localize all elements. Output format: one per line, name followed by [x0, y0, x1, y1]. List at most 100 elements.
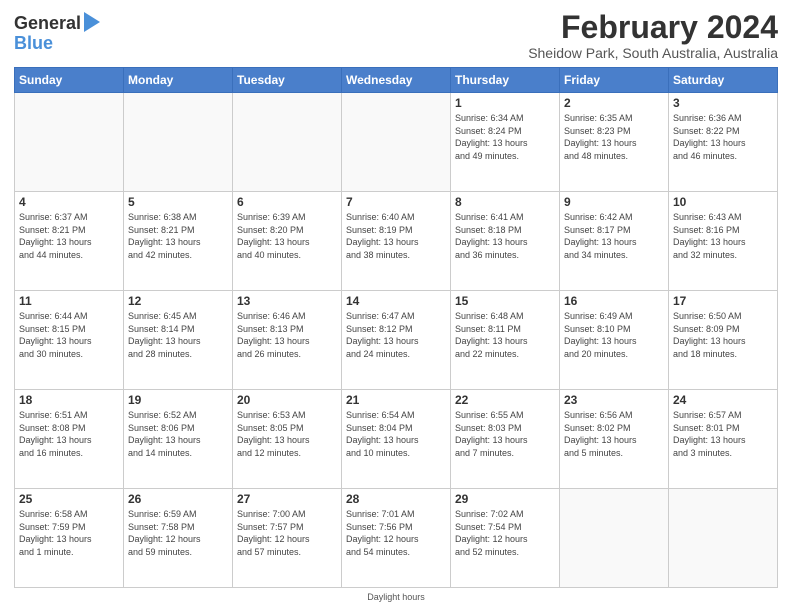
day-info: Sunrise: 6:46 AM Sunset: 8:13 PM Dayligh… — [237, 310, 337, 360]
calendar-cell: 18 Sunrise: 6:51 AM Sunset: 8:08 PM Dayli… — [15, 390, 124, 489]
day-info: Sunrise: 6:56 AM Sunset: 8:02 PM Dayligh… — [564, 409, 664, 459]
calendar-cell: 27Sunrise: 7:00 AM Sunset: 7:57 PM Dayli… — [233, 489, 342, 588]
page: General Blue February 2024 Sheidow Park,… — [0, 0, 792, 612]
day-number: 26 — [128, 492, 228, 506]
title-section: February 2024 Sheidow Park, South Austra… — [528, 10, 778, 61]
day-number: 17 — [673, 294, 773, 308]
calendar-table: SundayMondayTuesdayWednesdayThursdayFrid… — [14, 67, 778, 588]
header: General Blue February 2024 Sheidow Park,… — [14, 10, 778, 61]
calendar-cell: 8Sunrise: 6:41 AM Sunset: 8:18 PM Daylig… — [451, 192, 560, 291]
day-info: Sunrise: 7:00 AM Sunset: 7:57 PM Dayligh… — [237, 508, 337, 558]
calendar-day-header: Monday — [124, 68, 233, 93]
subtitle: Sheidow Park, South Australia, Australia — [528, 45, 778, 61]
day-info: Sunrise: 6:54 AM Sunset: 8:04 PM Dayligh… — [346, 409, 446, 459]
calendar-cell: 14 Sunrise: 6:47 AM Sunset: 8:12 PM Dayli… — [342, 291, 451, 390]
calendar-day-header: Wednesday — [342, 68, 451, 93]
calendar-day-header: Friday — [560, 68, 669, 93]
day-number: 23 — [564, 393, 664, 407]
day-info: Sunrise: 6:44 AM Sunset: 8:15 PM Dayligh… — [19, 310, 119, 360]
day-number: 1 — [455, 96, 555, 110]
day-number: 20 — [237, 393, 337, 407]
calendar-cell: 25 Sunrise: 6:58 AM Sunset: 7:59 PM Dayli… — [15, 489, 124, 588]
calendar-cell: 19Sunrise: 6:52 AM Sunset: 8:06 PM Dayli… — [124, 390, 233, 489]
day-number: 18 — [19, 393, 119, 407]
day-info: Sunrise: 6:49 AM Sunset: 8:10 PM Dayligh… — [564, 310, 664, 360]
day-info: Sunrise: 6:47 AM Sunset: 8:12 PM Dayligh… — [346, 310, 446, 360]
calendar-cell: 4 Sunrise: 6:37 AM Sunset: 8:21 PM Daylig… — [15, 192, 124, 291]
calendar-cell — [560, 489, 669, 588]
calendar-cell — [342, 93, 451, 192]
calendar-cell — [669, 489, 778, 588]
day-info: Sunrise: 6:36 AM Sunset: 8:22 PM Dayligh… — [673, 112, 773, 162]
calendar-week-row: 4 Sunrise: 6:37 AM Sunset: 8:21 PM Daylig… — [15, 192, 778, 291]
calendar-cell: 20Sunrise: 6:53 AM Sunset: 8:05 PM Dayli… — [233, 390, 342, 489]
calendar-day-header: Saturday — [669, 68, 778, 93]
day-info: Sunrise: 7:02 AM Sunset: 7:54 PM Dayligh… — [455, 508, 555, 558]
calendar-cell: 6 Sunrise: 6:39 AM Sunset: 8:20 PM Daylig… — [233, 192, 342, 291]
month-title: February 2024 — [528, 10, 778, 45]
day-number: 9 — [564, 195, 664, 209]
day-number: 15 — [455, 294, 555, 308]
calendar-week-row: 1 Sunrise: 6:34 AM Sunset: 8:24 PM Daylig… — [15, 93, 778, 192]
day-info: Sunrise: 6:38 AM Sunset: 8:21 PM Dayligh… — [128, 211, 228, 261]
calendar-cell: 28Sunrise: 7:01 AM Sunset: 7:56 PM Dayli… — [342, 489, 451, 588]
day-number: 22 — [455, 393, 555, 407]
day-number: 5 — [128, 195, 228, 209]
day-info: Sunrise: 6:59 AM Sunset: 7:58 PM Dayligh… — [128, 508, 228, 558]
day-number: 7 — [346, 195, 446, 209]
calendar-cell: 11 Sunrise: 6:44 AM Sunset: 8:15 PM Dayli… — [15, 291, 124, 390]
calendar-cell: 26 Sunrise: 6:59 AM Sunset: 7:58 PM Dayli… — [124, 489, 233, 588]
calendar-cell: 13 Sunrise: 6:46 AM Sunset: 8:13 PM Dayli… — [233, 291, 342, 390]
calendar-week-row: 25 Sunrise: 6:58 AM Sunset: 7:59 PM Dayli… — [15, 489, 778, 588]
logo-blue: Blue — [14, 34, 53, 54]
calendar-cell: 12Sunrise: 6:45 AM Sunset: 8:14 PM Dayli… — [124, 291, 233, 390]
calendar-cell: 2 Sunrise: 6:35 AM Sunset: 8:23 PM Daylig… — [560, 93, 669, 192]
calendar-cell — [233, 93, 342, 192]
day-number: 6 — [237, 195, 337, 209]
calendar-cell: 9 Sunrise: 6:42 AM Sunset: 8:17 PM Daylig… — [560, 192, 669, 291]
day-number: 13 — [237, 294, 337, 308]
day-number: 19 — [128, 393, 228, 407]
calendar-cell: 17Sunrise: 6:50 AM Sunset: 8:09 PM Dayli… — [669, 291, 778, 390]
day-number: 8 — [455, 195, 555, 209]
day-info: Sunrise: 6:48 AM Sunset: 8:11 PM Dayligh… — [455, 310, 555, 360]
calendar-cell — [124, 93, 233, 192]
day-info: Sunrise: 6:37 AM Sunset: 8:21 PM Dayligh… — [19, 211, 119, 261]
logo: General Blue — [14, 10, 100, 54]
calendar-cell: 1 Sunrise: 6:34 AM Sunset: 8:24 PM Daylig… — [451, 93, 560, 192]
day-info: Sunrise: 6:58 AM Sunset: 7:59 PM Dayligh… — [19, 508, 119, 558]
day-number: 4 — [19, 195, 119, 209]
calendar-cell: 21Sunrise: 6:54 AM Sunset: 8:04 PM Dayli… — [342, 390, 451, 489]
day-number: 29 — [455, 492, 555, 506]
calendar-cell: 23 Sunrise: 6:56 AM Sunset: 8:02 PM Dayli… — [560, 390, 669, 489]
day-number: 28 — [346, 492, 446, 506]
calendar-cell: 10 Sunrise: 6:43 AM Sunset: 8:16 PM Dayli… — [669, 192, 778, 291]
day-info: Sunrise: 6:45 AM Sunset: 8:14 PM Dayligh… — [128, 310, 228, 360]
day-info: Sunrise: 6:40 AM Sunset: 8:19 PM Dayligh… — [346, 211, 446, 261]
day-number: 10 — [673, 195, 773, 209]
calendar-cell: 5 Sunrise: 6:38 AM Sunset: 8:21 PM Daylig… — [124, 192, 233, 291]
day-info: Sunrise: 6:34 AM Sunset: 8:24 PM Dayligh… — [455, 112, 555, 162]
day-info: Sunrise: 6:35 AM Sunset: 8:23 PM Dayligh… — [564, 112, 664, 162]
logo-general: General — [14, 14, 81, 34]
day-info: Sunrise: 6:39 AM Sunset: 8:20 PM Dayligh… — [237, 211, 337, 261]
calendar-cell: 3Sunrise: 6:36 AM Sunset: 8:22 PM Daylig… — [669, 93, 778, 192]
day-info: Sunrise: 6:42 AM Sunset: 8:17 PM Dayligh… — [564, 211, 664, 261]
day-number: 16 — [564, 294, 664, 308]
day-info: Sunrise: 6:43 AM Sunset: 8:16 PM Dayligh… — [673, 211, 773, 261]
calendar-cell: 22 Sunrise: 6:55 AM Sunset: 8:03 PM Dayli… — [451, 390, 560, 489]
calendar-cell: 7 Sunrise: 6:40 AM Sunset: 8:19 PM Daylig… — [342, 192, 451, 291]
day-number: 11 — [19, 294, 119, 308]
day-info: Sunrise: 6:51 AM Sunset: 8:08 PM Dayligh… — [19, 409, 119, 459]
calendar-week-row: 18 Sunrise: 6:51 AM Sunset: 8:08 PM Dayli… — [15, 390, 778, 489]
calendar-cell: 16 Sunrise: 6:49 AM Sunset: 8:10 PM Dayli… — [560, 291, 669, 390]
day-info: Sunrise: 6:55 AM Sunset: 8:03 PM Dayligh… — [455, 409, 555, 459]
calendar-week-row: 11 Sunrise: 6:44 AM Sunset: 8:15 PM Dayli… — [15, 291, 778, 390]
day-number: 25 — [19, 492, 119, 506]
day-number: 14 — [346, 294, 446, 308]
day-number: 2 — [564, 96, 664, 110]
daylight-label: Daylight hours — [367, 592, 425, 602]
calendar-cell: 29 Sunrise: 7:02 AM Sunset: 7:54 PM Dayli… — [451, 489, 560, 588]
calendar-day-header: Thursday — [451, 68, 560, 93]
day-number: 24 — [673, 393, 773, 407]
